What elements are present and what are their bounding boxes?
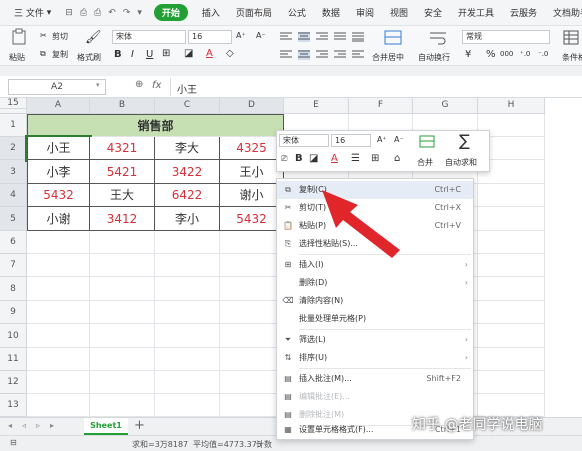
watermark: 知乎 @老同学说电脑 <box>412 417 543 433</box>
arrow-shape <box>322 190 400 258</box>
red-arrow-annotation <box>322 190 400 258</box>
